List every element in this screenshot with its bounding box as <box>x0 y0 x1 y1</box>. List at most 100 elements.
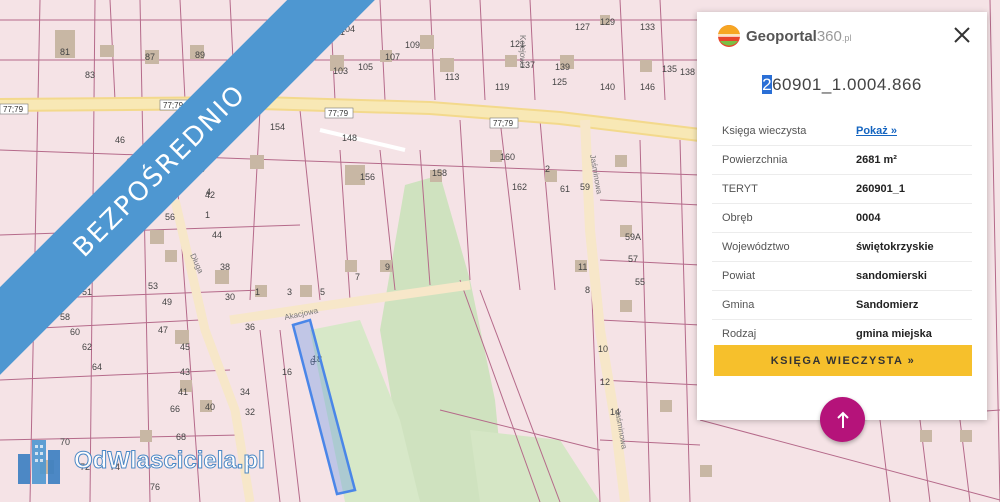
parcel-number: 49 <box>162 297 172 307</box>
parcel-number: 59 <box>580 182 590 192</box>
attr-row: Rodzaj gmina miejska <box>712 320 972 349</box>
parcel-number: 66 <box>170 404 180 414</box>
parcel-number: 38 <box>220 262 230 272</box>
attr-value: Sandomierz <box>846 290 972 320</box>
parcel-number: 10 <box>598 344 608 354</box>
attr-row: Gmina Sandomierz <box>712 290 972 320</box>
parcel-number: 41 <box>178 387 188 397</box>
parcel-number: 45 <box>180 342 190 352</box>
parcel-number: 8 <box>585 285 590 295</box>
attr-value: 2681 m² <box>846 145 972 175</box>
parcel-number: 127 <box>575 22 590 32</box>
building <box>250 155 264 169</box>
parcel-number: 125 <box>552 77 567 87</box>
parcel-number: 140 <box>600 82 615 92</box>
parcel-number: 9 <box>385 262 390 272</box>
road-label: 77;79 <box>0 103 29 115</box>
attr-row: Powiat sandomierski <box>712 261 972 291</box>
parcel-number: 42 <box>205 190 215 200</box>
parcel-number: 47 <box>158 325 168 335</box>
parcel-number: 103 <box>333 66 348 76</box>
parcel-number: 43 <box>180 367 190 377</box>
parcel-number: 36 <box>245 322 255 332</box>
attr-key: Powiat <box>712 261 846 291</box>
building <box>505 55 517 67</box>
attr-value: gmina miejska <box>856 328 932 340</box>
building <box>660 400 672 412</box>
geoportal-logo[interactable]: Geoportal360.pl <box>717 24 851 48</box>
parcel-number: 87 <box>145 52 155 62</box>
svg-text:77;79: 77;79 <box>493 119 514 128</box>
building <box>300 285 312 297</box>
parcel-number: 64 <box>92 362 102 372</box>
parcel-number: 55 <box>635 277 645 287</box>
road-label: 77;79 <box>489 117 519 129</box>
parcel-number: 154 <box>270 122 285 132</box>
parcel-number: 160 <box>500 152 515 162</box>
parcel-number: 11 <box>578 262 587 272</box>
parcel-number: 62 <box>82 342 92 352</box>
building <box>100 45 114 57</box>
attr-key: Księga wieczysta <box>712 117 846 146</box>
attr-value: 260901_1 <box>846 174 972 204</box>
parcel-number: 30 <box>225 292 235 302</box>
arrow-up-icon <box>836 411 849 428</box>
parcel-number: 40 <box>205 402 215 412</box>
road-label: 77;79 <box>324 107 354 119</box>
parcel-number: 57 <box>628 254 638 264</box>
building <box>440 58 454 72</box>
land-registry-button[interactable]: KSIĘGA WIECZYSTA » <box>714 345 972 376</box>
attr-value: 0004 <box>846 203 972 233</box>
svg-text:77;79: 77;79 <box>328 109 349 118</box>
parcel-number: 162 <box>512 182 527 192</box>
attr-row: Obręb 0004 <box>712 203 972 233</box>
parcel-number: 83 <box>85 70 95 80</box>
parcel-number: 139 <box>555 62 570 72</box>
attr-row: Powierzchnia 2681 m² <box>712 145 972 175</box>
attr-row: TERYT 260901_1 <box>712 174 972 204</box>
attr-key: Rodzaj <box>722 328 757 340</box>
parcel-number: 1 <box>205 210 210 220</box>
attr-key: TERYT <box>712 174 846 204</box>
building <box>960 430 972 442</box>
attributes-table: Księga wieczysta Pokaż » Powierzchnia 2681 … <box>712 117 972 348</box>
parcel-number: 129 <box>600 17 615 27</box>
show-land-registry-link[interactable]: Pokaż » <box>856 125 897 137</box>
parcel-number: 146 <box>640 82 655 92</box>
svg-text:77;79: 77;79 <box>3 105 24 114</box>
parcel-number: 105 <box>358 62 373 72</box>
geoportal-logo-icon <box>718 25 740 47</box>
parcel-number: 107 <box>385 52 400 62</box>
parcel-number: 135 <box>662 64 677 74</box>
parcel-number: 2 <box>545 164 550 174</box>
attr-key: Województwo <box>712 232 846 262</box>
parcel-number: 58 <box>60 312 70 322</box>
parcel-number: 148 <box>342 133 357 143</box>
attr-value[interactable]: Pokaż » <box>846 117 972 146</box>
parcel-number: 44 <box>212 230 222 240</box>
close-icon[interactable] <box>951 24 973 46</box>
parcel-number: 59A <box>625 232 641 242</box>
parcel-number: 158 <box>432 168 447 178</box>
building <box>615 155 627 167</box>
building <box>215 270 229 284</box>
parcel-number: 12 <box>600 377 610 387</box>
parcel-number: 81 <box>60 47 70 57</box>
attr-key: Gmina <box>712 290 846 320</box>
scroll-up-button[interactable] <box>820 397 865 442</box>
building <box>920 430 932 442</box>
parcel-number: 5 <box>320 287 325 297</box>
parcel-number: 156 <box>360 172 375 182</box>
street-label: Kolejowa <box>518 35 527 68</box>
building <box>420 35 434 49</box>
parcel-number: 53 <box>148 281 158 291</box>
parcel-number: 109 <box>405 40 420 50</box>
attr-value: sandomierski <box>846 261 972 291</box>
watermark-text: OdWlasciciela.pl <box>74 447 266 475</box>
building <box>620 300 632 312</box>
parcel-number: 3 <box>287 287 292 297</box>
parcel-number: 32 <box>245 407 255 417</box>
building <box>165 250 177 262</box>
parcel-number: 119 <box>495 82 509 92</box>
parcel-number: 16 <box>282 367 292 377</box>
